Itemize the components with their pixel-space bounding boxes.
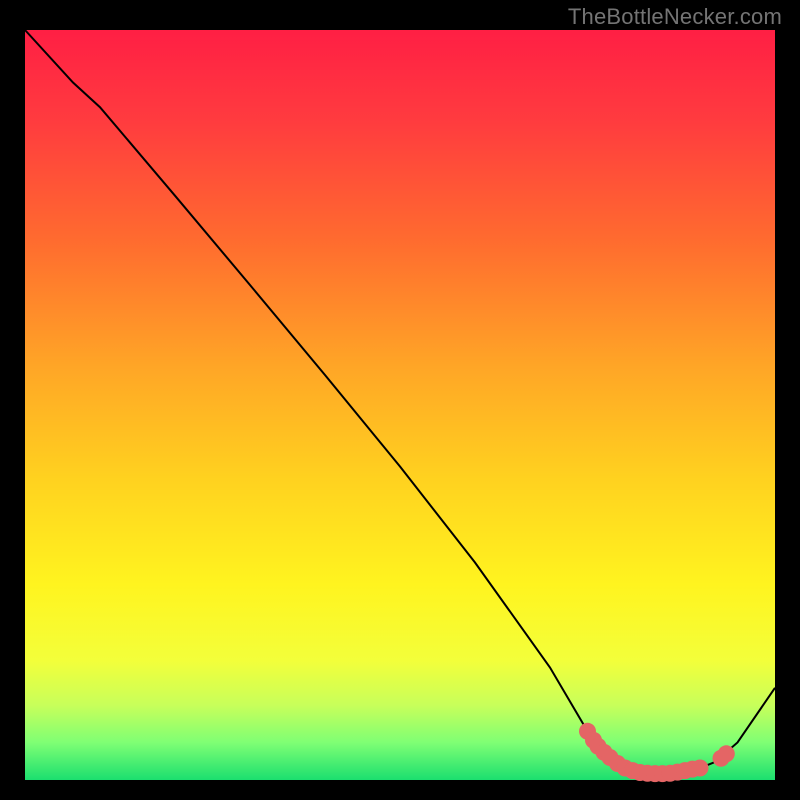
plot-area xyxy=(25,30,775,780)
chart-svg xyxy=(0,0,800,800)
marker-dot xyxy=(692,760,709,777)
marker-dot xyxy=(718,745,735,762)
watermark-text: TheBottleNecker.com xyxy=(568,4,782,30)
chart-container: TheBottleNecker.com xyxy=(0,0,800,800)
